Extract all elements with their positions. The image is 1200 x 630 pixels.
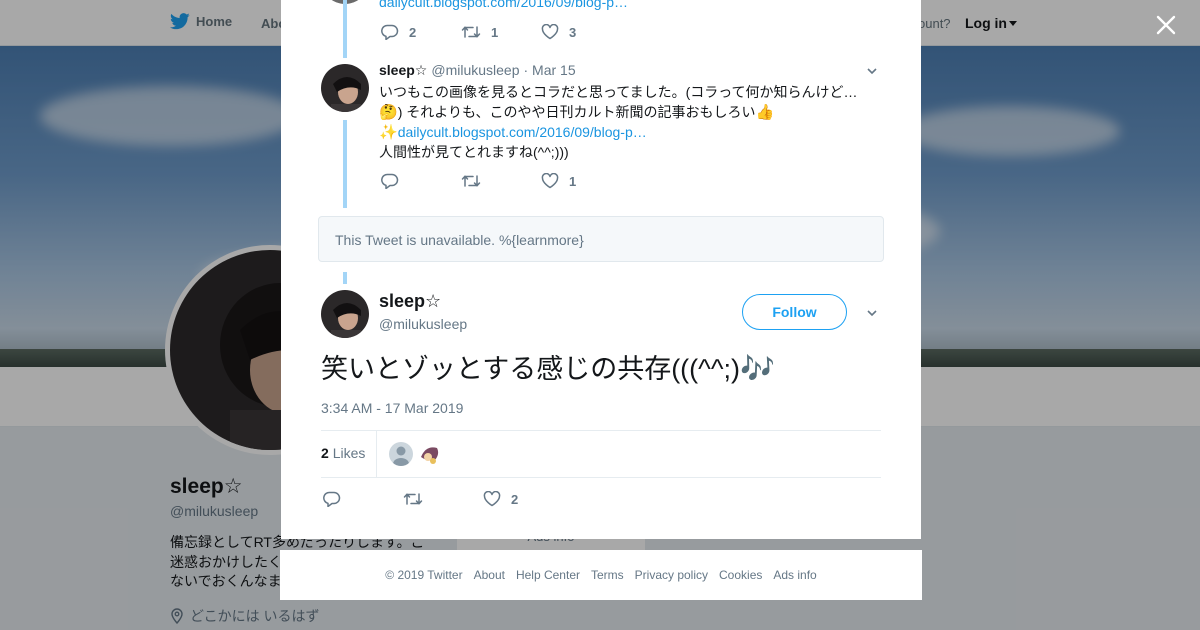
footer-link-ads-info[interactable]: Ads info [773,568,816,582]
footer-link-terms[interactable]: Terms [591,568,624,582]
tweet-permalink-modal: dailycult.blogspot.com/2016/09/blog-p… 2… [281,0,921,539]
reply-tweet-avatar[interactable] [321,64,369,112]
liker-avatar[interactable] [389,442,413,466]
reply-icon [381,24,399,40]
reply-line: 人間性が見てとれますね(^^;))) [379,144,569,160]
main-tweet-avatar[interactable] [321,290,369,338]
main-author-handle[interactable]: @milukusleep [379,316,467,332]
prev-tweet-link[interactable]: dailycult.blogspot.com/2016/09/blog-p… [379,0,628,10]
retweet-button[interactable]: 1 [461,24,541,40]
likes-separator [376,431,377,477]
like-button[interactable]: 3 [541,24,621,40]
reply-line: ✨dailycult.blogspot.com/2016/09/blog-p… [379,122,869,142]
main-author-name[interactable]: sleep☆ [379,291,441,312]
reply-author-handle[interactable]: @milukusleep [431,62,519,78]
reply-button[interactable] [381,173,461,189]
reply-author-name[interactable]: sleep☆ [379,62,427,79]
retweet-count: 1 [491,24,499,40]
modal-footer: © 2019 Twitter About Help Center Terms P… [280,550,922,600]
footer-link-help-center[interactable]: Help Center [516,568,580,582]
reply-tweet-actions: 1 [381,173,621,189]
footer-link-privacy[interactable]: Privacy policy [635,568,708,582]
retweet-button[interactable] [461,173,541,189]
music-notes-emoji: 🎶 [740,352,775,385]
like-button[interactable]: 2 [483,491,563,507]
heart-icon [541,24,559,40]
retweet-icon [461,26,481,38]
main-tweet-text: 笑いとゾッとする感じの共存(((^^;)🎶 [321,350,775,388]
close-icon[interactable] [1154,13,1178,37]
heart-icon [541,173,559,189]
sparkles-emoji: ✨ [379,123,398,141]
reply-button[interactable]: 2 [381,24,461,40]
reply-count: 2 [409,24,417,40]
reply-icon [381,173,399,189]
divider [321,477,881,478]
main-tweet-timestamp[interactable]: 3:34 AM - 17 Mar 2019 [321,400,463,416]
footer-link-about[interactable]: About [474,568,505,582]
retweet-icon [403,493,423,505]
like-count: 3 [569,24,577,40]
thumbs-up-emoji: 👍 [755,103,775,121]
likes-stat[interactable]: 2 Likes [321,445,365,461]
footer-copyright: © 2019 Twitter [385,568,463,582]
main-tweet-actions: 2 [323,491,563,507]
reply-line: 🤔) それよりも、このやや日刊カルト新聞の記事おもしろい👍 [379,102,869,122]
prev-tweet-actions: 2 1 3 [381,24,621,40]
retweet-button[interactable] [403,491,483,507]
chevron-down-icon[interactable] [867,308,877,318]
footer-link-cookies[interactable]: Cookies [719,568,762,582]
reply-tweet-text: いつもこの画像を見るとコラだと思ってました。(コラって何か知らんけど… 🤔) そ… [379,82,869,162]
thread-line [343,272,347,284]
follow-button[interactable]: Follow [742,294,847,330]
thread-line [343,120,347,208]
reply-tweet-header: sleep☆ @milukusleep · Mar 15 [379,62,576,79]
reply-line: いつもこの画像を見るとコラだと思ってました。(コラって何か知らんけど… [379,84,858,100]
reply-icon [323,491,341,507]
unavailable-tweet-notice: This Tweet is unavailable. %{learnmore} [318,216,884,262]
reply-line-text: ) それよりも、このやや日刊カルト新聞の記事おもしろい [397,104,756,120]
main-tweet-text-body: 笑いとゾッとする感じの共存(((^^;) [321,354,740,384]
likes-stat-count: 2 [321,445,329,461]
like-count: 1 [569,173,577,189]
reply-tweet-link[interactable]: dailycult.blogspot.com/2016/09/blog-p… [398,124,647,140]
likes-stat-label: Likes [332,445,366,461]
like-count: 2 [511,491,519,507]
heart-icon [483,491,501,507]
divider [321,430,881,431]
reply-button[interactable] [323,491,403,507]
reply-date[interactable]: · Mar 15 [524,62,576,78]
retweet-icon [461,175,481,187]
liker-avatar[interactable] [418,442,442,466]
thinking-emoji: 🤔 [379,103,398,121]
chevron-down-icon[interactable] [867,66,877,76]
like-button[interactable]: 1 [541,173,621,189]
thread-line [343,0,347,58]
